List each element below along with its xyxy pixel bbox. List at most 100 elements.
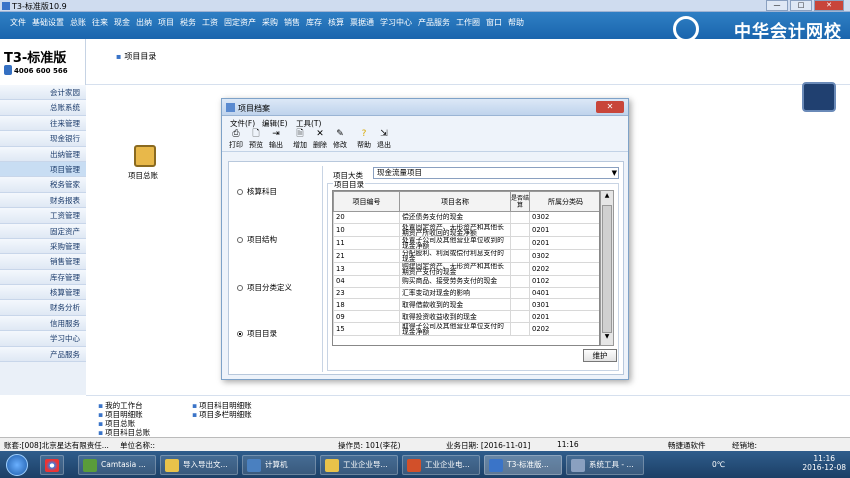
column-header-code[interactable]: 项目编号 xyxy=(333,191,400,212)
radio-project-structure[interactable]: 项目结构 xyxy=(237,234,277,245)
chevron-down-icon[interactable]: ▼ xyxy=(612,168,617,178)
taskbar-item-export[interactable]: 导入导出文... xyxy=(160,455,238,475)
sidebar-item[interactable]: 工资管理 xyxy=(0,208,86,224)
hotline-number: 4006 600 566 xyxy=(14,67,68,75)
menu-item[interactable]: 库存 xyxy=(306,17,322,28)
export-button[interactable]: ⇥ 输出 xyxy=(266,129,286,150)
product-brand: T3-标准版 4006 600 566 xyxy=(0,39,86,85)
print-button[interactable]: ⎙ 打印 xyxy=(226,129,246,150)
menu-item[interactable]: 往来 xyxy=(92,17,108,28)
table-row[interactable]: 18 取得借款收到的现金 0301 xyxy=(333,298,599,312)
exit-button[interactable]: ⇲ 退出 xyxy=(374,129,394,150)
grid-scrollbar[interactable]: ▲ ▼ xyxy=(600,190,614,346)
menu-item[interactable]: 销售 xyxy=(284,17,300,28)
menu-item[interactable]: 工作圈 xyxy=(456,17,480,28)
sidebar-item[interactable]: 往来管理 xyxy=(0,115,86,132)
window-title: T3-标准版10.9 xyxy=(12,2,67,11)
sidebar-item[interactable]: 会计家园 xyxy=(0,85,86,101)
menu-item[interactable]: 现金 xyxy=(114,17,130,28)
column-header-settled[interactable]: 是否结算 xyxy=(510,191,530,212)
category-select[interactable]: 现金流量项目 ▼ xyxy=(373,167,619,179)
menu-item[interactable]: 帮助 xyxy=(508,17,524,28)
sidebar-item[interactable]: 固定资产 xyxy=(0,223,86,239)
table-row[interactable]: 04 购买商品、接受劳务支付的现金 0102 xyxy=(333,274,599,288)
dialog-close-button[interactable]: ✕ xyxy=(596,101,624,113)
sidebar-item[interactable]: 核算管理 xyxy=(0,285,86,301)
menu-item[interactable]: 窗口 xyxy=(486,17,502,28)
radio-dot xyxy=(237,285,243,291)
add-button[interactable]: 🗎 增加 xyxy=(290,129,310,150)
cell-class: 0201 xyxy=(529,222,599,237)
scroll-thumb[interactable] xyxy=(602,205,612,333)
close-button[interactable]: ✕ xyxy=(814,0,844,11)
sidebar-item[interactable]: 现金银行 xyxy=(0,131,86,147)
scroll-down-icon[interactable]: ▼ xyxy=(602,333,612,344)
menu-item[interactable]: 学习中心 xyxy=(380,17,412,28)
scroll-up-icon[interactable]: ▲ xyxy=(602,192,612,203)
table-row[interactable]: 11 处置子公司及其他营业单位收到的现金净额 0201 xyxy=(333,235,599,250)
start-button[interactable] xyxy=(6,454,28,476)
help-button[interactable]: ? 帮助 xyxy=(354,129,374,150)
menu-item[interactable]: 税务 xyxy=(180,17,196,28)
menu-item[interactable]: 采购 xyxy=(262,17,278,28)
sidebar-item[interactable]: 采购管理 xyxy=(0,238,86,255)
radio-dot xyxy=(237,237,243,243)
menu-item[interactable]: 文件 xyxy=(10,17,26,28)
menu-item[interactable]: 出纳 xyxy=(136,17,152,28)
cell-name: 汇率变动对现金的影响 xyxy=(399,286,511,300)
cell-name: 偿还债务支付的现金 xyxy=(399,211,511,224)
preview-button[interactable]: 🗋 预览 xyxy=(246,129,266,150)
maintain-button[interactable]: 维护 xyxy=(583,349,617,362)
link-project-multicolumn[interactable]: 项目多栏明细账 xyxy=(192,409,252,420)
sidebar-item[interactable]: 总账系统 xyxy=(0,100,86,116)
table-row[interactable]: 13 购建固定资产、无形资产和其他长期资产支付的现金 0202 xyxy=(333,261,599,276)
table-row[interactable]: 20 偿还债务支付的现金 0302 xyxy=(333,211,599,224)
dialog-menubar: 文件(F) 编辑(E) 工具(T) xyxy=(222,116,628,128)
sidebar-item[interactable]: 产品服务 xyxy=(0,346,86,363)
menu-item[interactable]: 基础设置 xyxy=(32,17,64,28)
radio-project-directory[interactable]: 项目目录 xyxy=(237,328,277,339)
sidebar-item[interactable]: 学习中心 xyxy=(0,331,86,347)
table-row[interactable]: 15 取得子公司及其他营业单位支付的现金净额 0202 xyxy=(333,321,599,336)
delete-button[interactable]: ✕ 删除 xyxy=(310,129,330,150)
menu-item[interactable]: 票据通 xyxy=(350,17,374,28)
minimize-button[interactable]: — xyxy=(766,0,788,11)
table-row[interactable]: 09 取得投资收益收到的现金 0201 xyxy=(333,310,599,323)
radio-account-subject[interactable]: 核算科目 xyxy=(237,186,277,197)
sidebar-item[interactable]: 财务分析 xyxy=(0,300,86,316)
menu-item[interactable]: 产品服务 xyxy=(418,17,450,28)
tv-icon[interactable] xyxy=(802,82,836,112)
taskbar-item-systools[interactable]: 系统工具 - ... xyxy=(566,455,644,475)
directory-group-label: 项目目录 xyxy=(333,179,365,190)
table-row[interactable]: 23 汇率变动对现金的影响 0401 xyxy=(333,286,599,300)
maximize-button[interactable]: □ xyxy=(790,0,812,11)
modify-button[interactable]: ✎ 修改 xyxy=(330,129,350,150)
sidebar-item[interactable]: 税务管家 xyxy=(0,177,86,193)
sidebar-item[interactable]: 库存管理 xyxy=(0,269,86,286)
taskbar-item-computer[interactable]: 计算机 xyxy=(242,455,316,475)
breadcrumb[interactable]: 项目目录 xyxy=(116,51,156,62)
menu-item[interactable]: 项目 xyxy=(158,17,174,28)
menu-item[interactable]: 总账 xyxy=(70,17,86,28)
sidebar-item[interactable]: 财务报表 xyxy=(0,192,86,209)
system-clock[interactable]: 11:16 2016-12-08 xyxy=(802,454,846,472)
table-row[interactable]: 21 分配股利、利润或偿付利息支付的现金 0302 xyxy=(333,248,599,263)
taskbar-item-camtasia[interactable]: Camtasia ... xyxy=(78,455,156,475)
column-header-class[interactable]: 所属分类码 xyxy=(529,191,599,212)
taskbar-item-ppt[interactable]: 工业企业电... xyxy=(402,455,480,475)
radio-class-definition[interactable]: 项目分类定义 xyxy=(237,282,292,293)
column-header-name[interactable]: 项目名称 xyxy=(399,191,511,212)
project-ledger-label[interactable]: 项目总账 xyxy=(128,170,158,181)
project-ledger-icon[interactable] xyxy=(134,145,156,167)
table-row[interactable]: 10 处置固定资产、无形资产和其他长期资产所收回的现金净额 0201 xyxy=(333,222,599,237)
sidebar-item[interactable]: 销售管理 xyxy=(0,254,86,270)
sidebar-item[interactable]: 出纳管理 xyxy=(0,146,86,162)
taskbar-item-folder[interactable]: 工业企业导... xyxy=(320,455,398,475)
sidebar-item[interactable]: 信用服务 xyxy=(0,315,86,332)
menu-item[interactable]: 固定资产 xyxy=(224,17,256,28)
menu-item[interactable]: 工资 xyxy=(202,17,218,28)
taskbar-item-t3[interactable]: T3-标准版... xyxy=(484,455,562,475)
menu-item[interactable]: 核算 xyxy=(328,17,344,28)
chrome-icon[interactable] xyxy=(40,455,64,475)
sidebar-item[interactable]: 项目管理 xyxy=(0,161,86,178)
